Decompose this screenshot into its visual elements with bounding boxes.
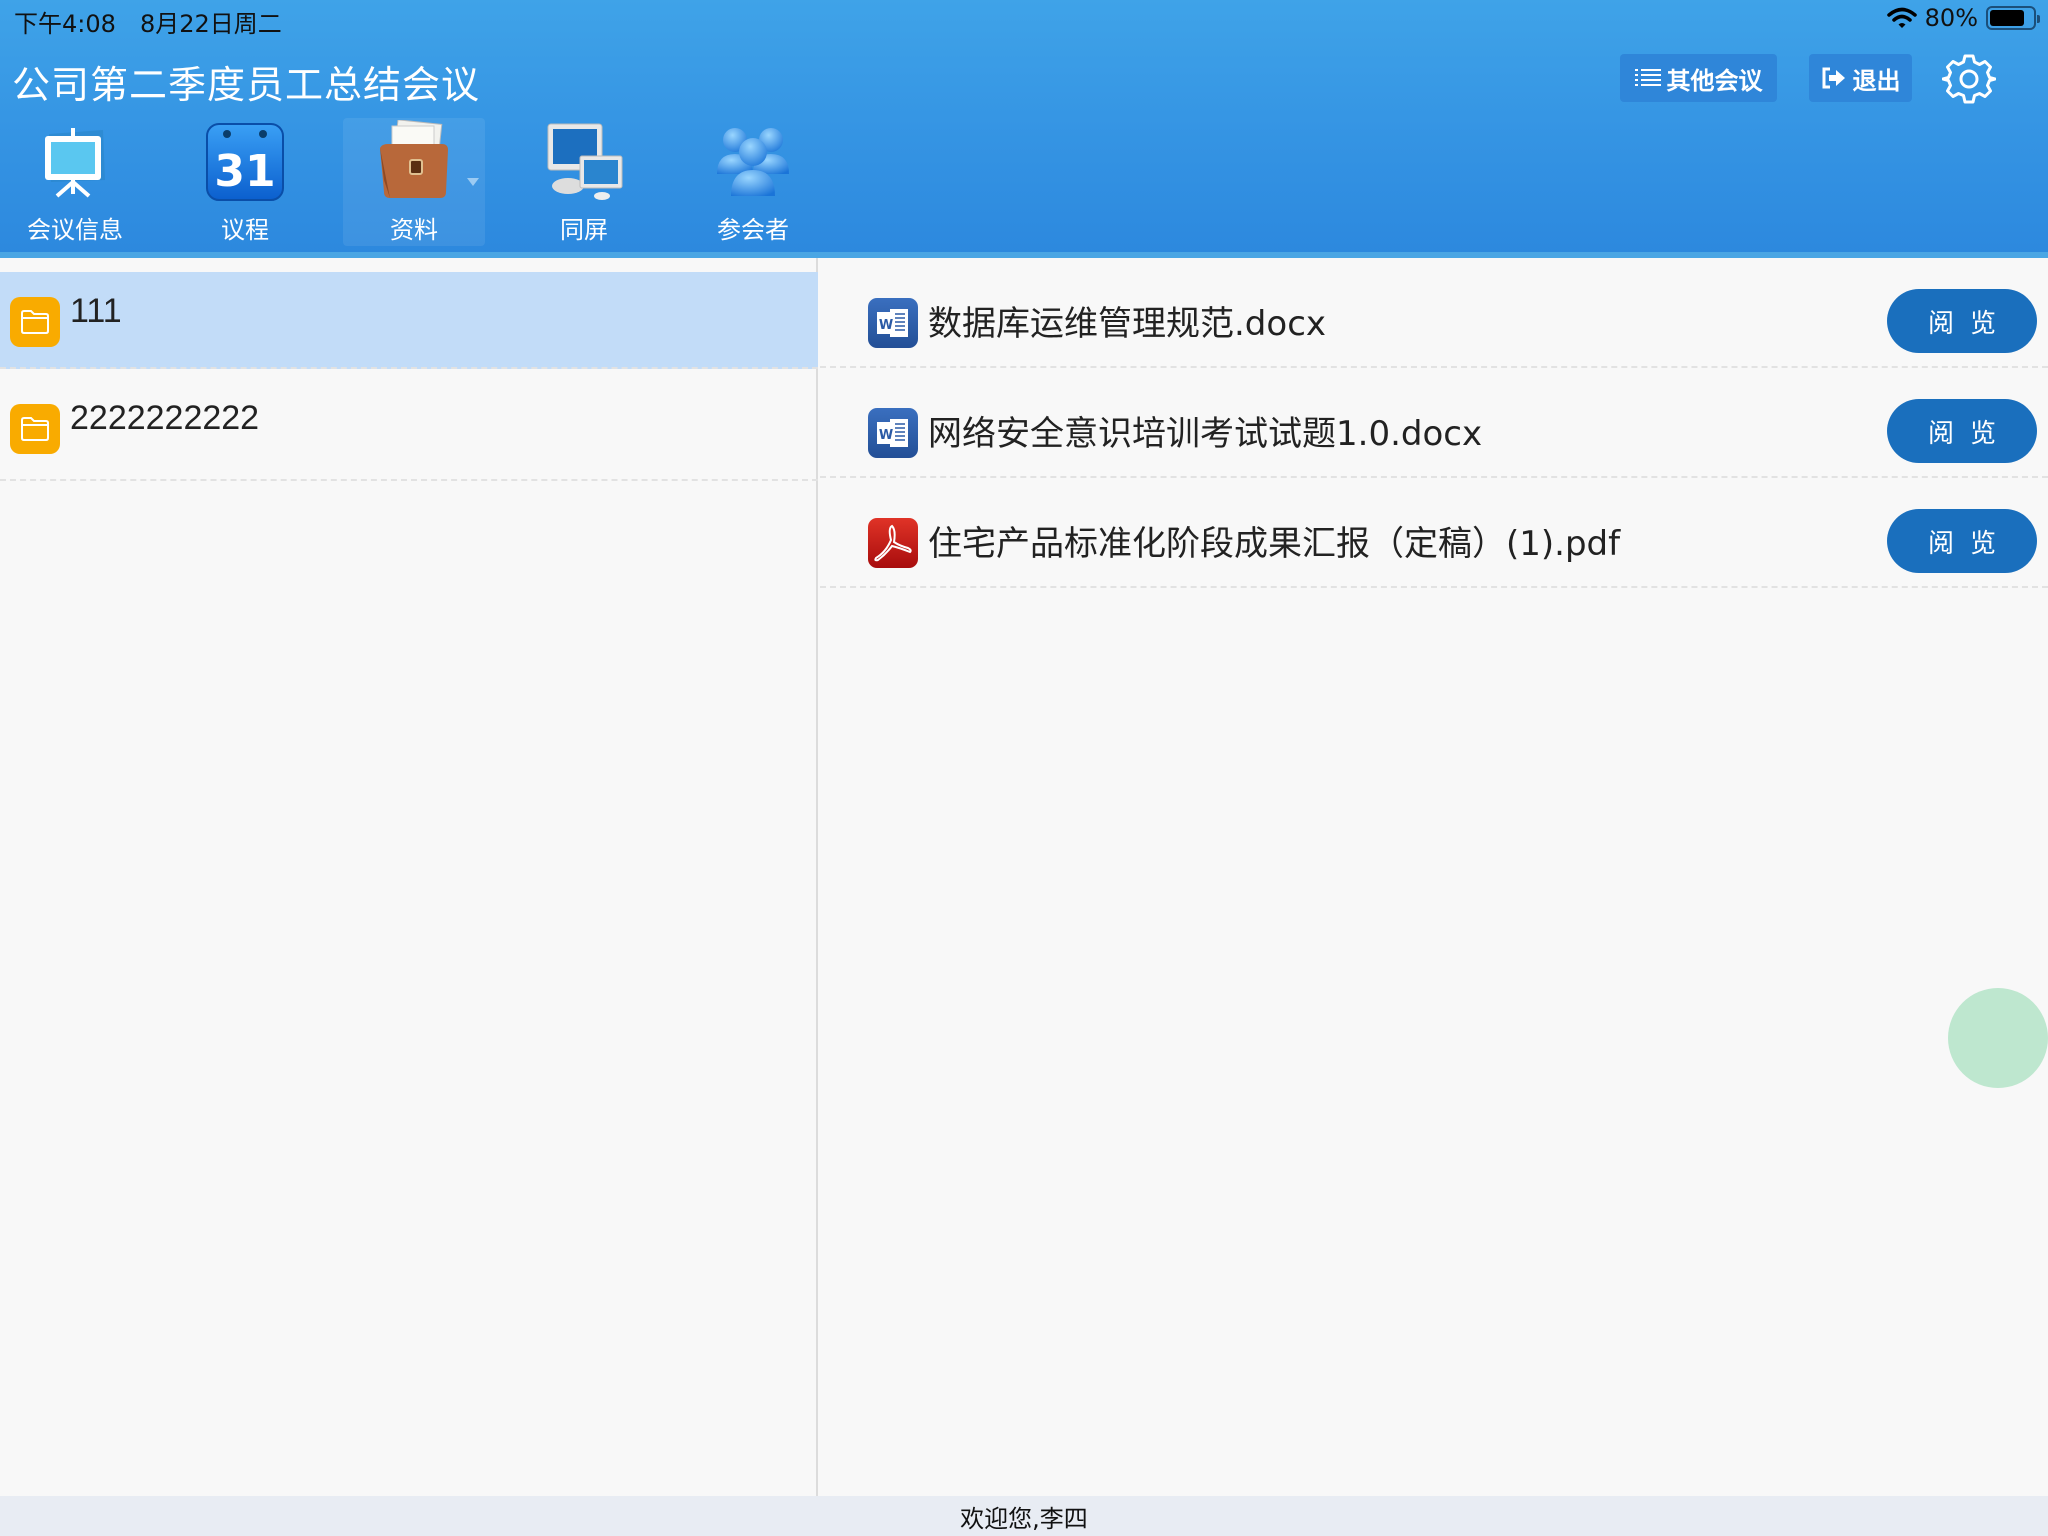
status-time: 下午4:08 [14, 10, 116, 38]
folder-name: 111 [70, 292, 122, 330]
folder-item[interactable]: 2222222222 [0, 371, 818, 481]
file-name: 住宅产品标准化阶段成果汇报（定稿）(1).pdf [928, 524, 1621, 564]
other-meetings-button[interactable]: 其他会议 [1620, 54, 1777, 102]
logout-icon [1822, 67, 1845, 89]
status-indicators: 80% [1886, 4, 2040, 32]
nav-label: 同屏 [560, 216, 608, 244]
meeting-title: 公司第二季度员工总结会议 [12, 63, 481, 107]
battery-level [1990, 10, 2024, 26]
gear-icon[interactable] [1942, 52, 1996, 106]
dropdown-arrow-icon[interactable] [467, 178, 479, 186]
folder-name: 2222222222 [70, 399, 260, 437]
projector-board-icon [33, 120, 117, 204]
word-file-icon: W [868, 408, 918, 458]
footer: 欢迎您,李四 [0, 1496, 2048, 1536]
view-button[interactable]: 阅览 [1887, 509, 2037, 573]
exit-label: 退出 [1852, 66, 1901, 95]
file-item[interactable]: 住宅产品标准化阶段成果汇报（定稿）(1).pdf 阅览 [820, 478, 2048, 588]
file-name: 网络安全意识培训考试试题1.0.docx [928, 414, 1483, 454]
attendees-icon [711, 120, 795, 204]
file-name: 数据库运维管理规范.docx [928, 304, 1327, 344]
folder-item[interactable]: 111 [0, 272, 818, 369]
view-button[interactable]: 阅览 [1887, 399, 2037, 463]
battery-percent: 80% [1924, 4, 1978, 32]
view-button[interactable]: 阅览 [1887, 289, 2037, 353]
nav-label: 参会者 [717, 216, 789, 244]
folder-list: 111 2222222222 [0, 258, 818, 1496]
nav-item-materials[interactable]: 资料 [343, 118, 485, 246]
file-item[interactable]: W 网络安全意识培训考试试题1.0.docx 阅览 [820, 368, 2048, 478]
app-header: 下午4:08 8月22日周二 80% 公司第二季度员工总结会议 其他会议 退出 … [0, 0, 2048, 258]
word-file-icon: W [868, 298, 918, 348]
exit-button[interactable]: 退出 [1809, 54, 1912, 102]
nav-item-attendees[interactable]: 参会者 [682, 118, 824, 246]
status-date: 8月22日周二 [140, 10, 282, 38]
svg-text:W: W [879, 318, 893, 333]
svg-text:W: W [879, 428, 893, 443]
battery-tip [2037, 15, 2040, 23]
nav-label: 资料 [390, 216, 438, 244]
nav-label: 会议信息 [27, 216, 123, 244]
nav-label: 议程 [221, 216, 269, 244]
folder-icon [10, 297, 60, 347]
other-meetings-label: 其他会议 [1666, 66, 1763, 95]
list-icon [1634, 69, 1661, 86]
screen-share-icon [542, 120, 626, 204]
folder-icon [10, 404, 60, 454]
floating-action-button[interactable] [1948, 988, 2048, 1088]
nav-item-screen-share[interactable]: 同屏 [513, 118, 655, 246]
battery-icon [1986, 6, 2040, 30]
wifi-icon [1886, 7, 1917, 28]
nav-item-meeting-info[interactable]: 会议信息 [4, 118, 146, 246]
status-bar: 下午4:08 8月22日周二 80% [0, 0, 2048, 40]
welcome-text: 欢迎您,李四 [960, 1504, 1088, 1533]
file-item[interactable]: W 数据库运维管理规范.docx 阅览 [820, 258, 2048, 368]
pdf-file-icon [868, 518, 918, 568]
calendar-day: 31 [214, 146, 275, 197]
calendar-icon: 31 [203, 120, 287, 204]
briefcase-icon [372, 119, 456, 204]
file-list: W 数据库运维管理规范.docx 阅览 W 网络安全意识培训考试试题1.0.do… [820, 258, 2048, 1496]
nav-item-agenda[interactable]: 31 议程 [174, 118, 316, 246]
